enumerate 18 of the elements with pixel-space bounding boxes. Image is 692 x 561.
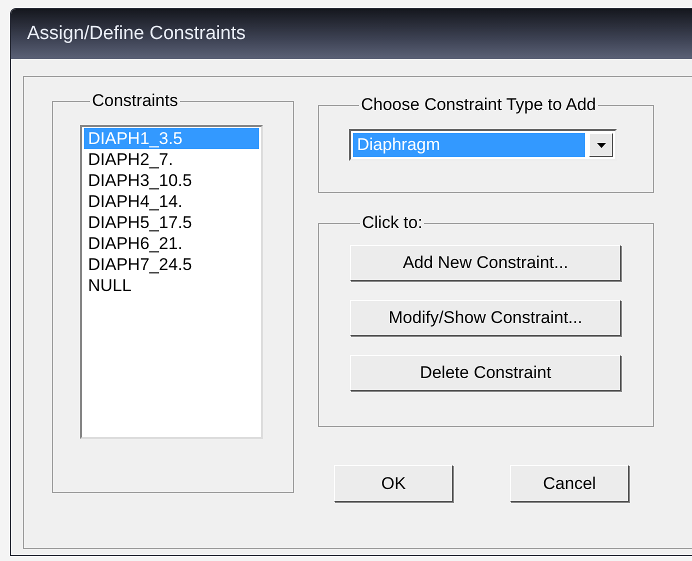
list-item[interactable]: DIAPH2_7. xyxy=(84,149,259,170)
dropdown-arrow-icon xyxy=(596,142,606,148)
list-item[interactable]: NULL xyxy=(84,275,259,296)
list-item[interactable]: DIAPH6_21. xyxy=(84,233,259,254)
group-label: Click to: xyxy=(361,213,424,233)
dialog-button[interactable]: OK xyxy=(334,465,453,502)
action-button[interactable]: Add New Constraint... xyxy=(350,245,621,281)
constraints-list[interactable]: DIAPH1_3.5 DIAPH2_7. DIAPH3_10.5 DIAPH4_14. DIAPH5_17.5 DIAPH6_21. DIAPH7_24.5 NULL xyxy=(80,125,263,439)
action-button[interactable]: Modify/Show Constraint... xyxy=(350,300,621,336)
group-label: Constraints xyxy=(91,91,179,111)
list-item[interactable]: DIAPH5_17.5 xyxy=(84,212,259,233)
list-item[interactable]: DIAPH7_24.5 xyxy=(84,254,259,275)
group-label: Choose Constraint Type to Add xyxy=(360,95,598,115)
list-item[interactable]: DIAPH4_14. xyxy=(84,191,259,212)
dialog-button[interactable]: Cancel xyxy=(510,465,629,502)
action-button[interactable]: Delete Constraint xyxy=(350,355,621,391)
list-item[interactable]: DIAPH3_10.5 xyxy=(84,170,259,191)
window-title: Assign/Define Constraints xyxy=(27,23,246,45)
